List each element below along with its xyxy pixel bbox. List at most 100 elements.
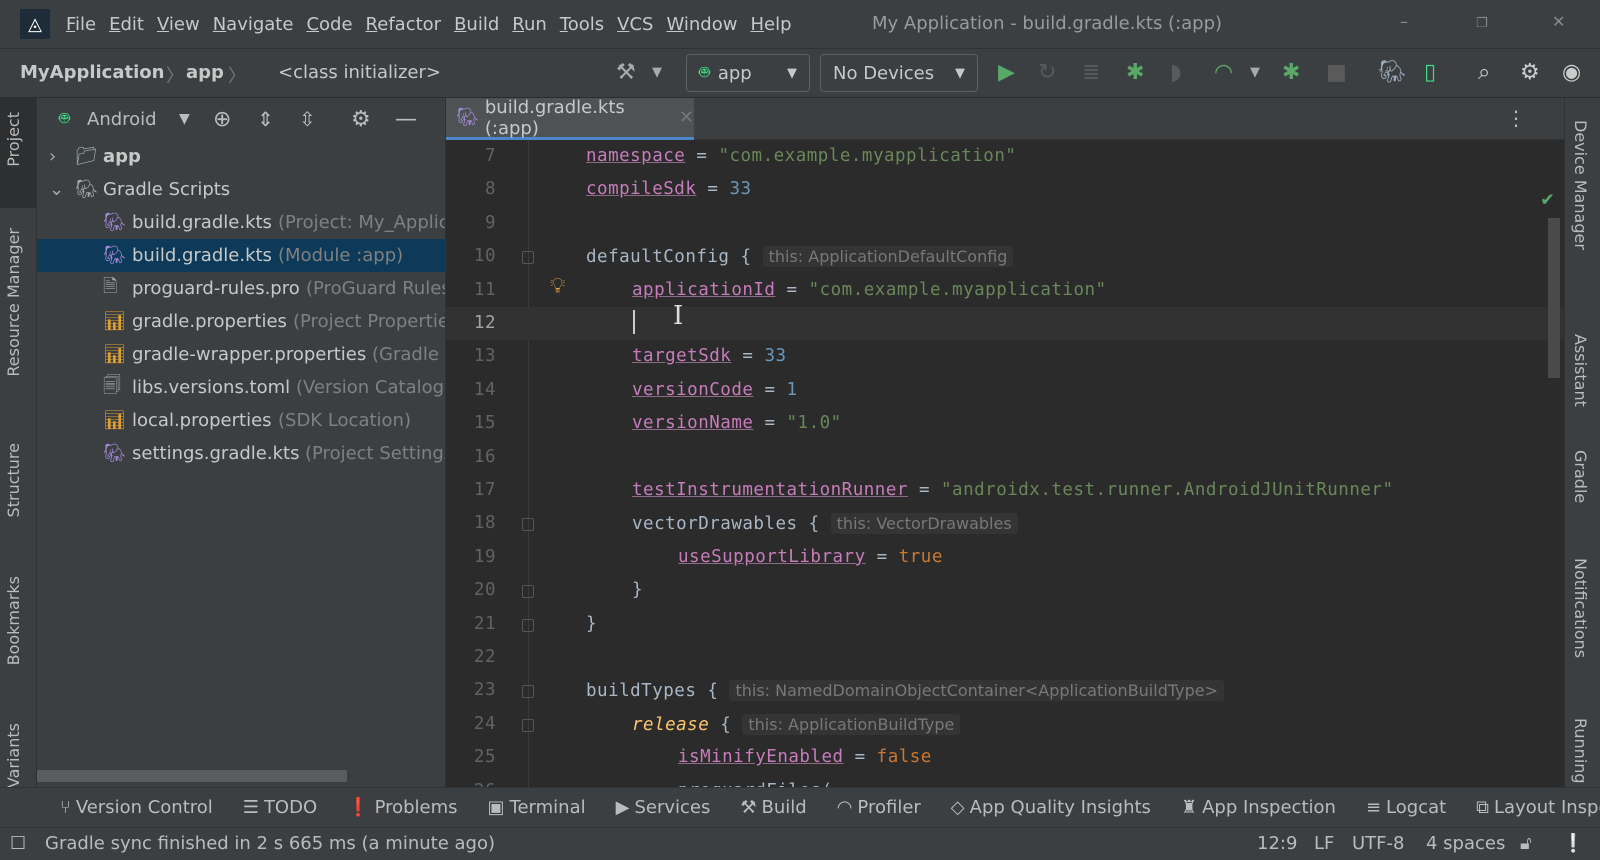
chevron-down-icon[interactable]: ▼ (179, 111, 190, 127)
code-line[interactable]: 23 buildTypes { this: NamedDomainObjectCo… (446, 674, 1564, 707)
code-line[interactable]: 14 versionCode = 1 (446, 374, 1564, 407)
event-log-icon[interactable]: ❕ (1562, 833, 1584, 854)
menu-navigate[interactable]: Navigate (213, 14, 294, 35)
chevron-down-icon[interactable]: ⌄ (49, 179, 64, 200)
expand-all-icon[interactable]: ⇕ (257, 107, 274, 131)
tool-button-app-inspection[interactable]: ♜ App Inspection (1181, 797, 1336, 818)
tree-item[interactable]: ⌄ 🐘︎ Gradle Scripts (37, 173, 445, 206)
tool-tab-assistant[interactable]: Assistant (1571, 334, 1590, 407)
tool-button-services[interactable]: ▶ Services (616, 797, 711, 818)
chevron-right-icon[interactable]: › (49, 146, 56, 167)
menu-run[interactable]: Run (512, 14, 547, 35)
tool-button-app-quality-insights[interactable]: ◇ App Quality Insights (951, 797, 1151, 818)
menu-refactor[interactable]: Refactor (366, 14, 442, 35)
menu-build[interactable]: Build (454, 14, 499, 35)
code-line[interactable]: 19 useSupportLibrary = true (446, 541, 1564, 574)
collapse-all-icon[interactable]: ⇳ (299, 107, 316, 131)
chevron-down-icon[interactable]: ▼ (652, 59, 662, 87)
run-icon[interactable]: ▶ (998, 59, 1015, 87)
more-options-icon[interactable]: ⋮ (1506, 106, 1526, 130)
gear-icon[interactable]: ⚙ (351, 107, 371, 132)
code-line[interactable]: 18 vectorDrawables { this: VectorDrawable… (446, 507, 1564, 540)
breadcrumb-module[interactable]: app (186, 62, 224, 83)
caret-position[interactable]: 12:9 (1257, 833, 1297, 854)
menu-help[interactable]: Help (750, 14, 791, 35)
vertical-scrollbar[interactable] (1548, 218, 1560, 378)
status-message[interactable]: Gradle sync finished in 2 s 665 ms (a mi… (45, 833, 495, 854)
tree-item[interactable]: 🐘︎ build.gradle.kts (Project: My_Applicati… (37, 206, 445, 239)
tree-item[interactable]: 📊︎ gradle-wrapper.properties(Gradle Versi… (37, 338, 445, 371)
read-only-lock-icon[interactable]: 🔓︎ (1520, 833, 1532, 854)
tool-button-layout-inspector[interactable]: ⧉Layout Inspector (1476, 797, 1600, 818)
code-area[interactable]: 7 namespace = "com.example.myapplication"… (446, 140, 1564, 787)
device-manager-icon[interactable]: ▯ (1424, 59, 1436, 87)
breadcrumb-symbol[interactable]: <class initializer> (278, 62, 441, 83)
code-line[interactable]: 22 (446, 641, 1564, 674)
tree-item[interactable]: 📊︎ gradle.properties (Project Properties) (37, 305, 445, 338)
debug-bug-icon[interactable]: ✱ (1126, 59, 1144, 87)
fold-marker-icon[interactable] (522, 251, 534, 265)
tool-button-todo[interactable]: ☰ TODO (243, 797, 317, 818)
no-problems-check-icon[interactable]: ✔ (1541, 186, 1554, 210)
editor-tab-build-gradle-app[interactable]: 🐘︎ build.gradle.kts (:app) ✕ (446, 98, 694, 140)
horizontal-scrollbar[interactable] (37, 770, 347, 782)
account-icon[interactable]: ◉ (1562, 59, 1581, 87)
select-opened-file-icon[interactable]: ⊕ (213, 107, 231, 132)
tree-item[interactable]: 📊︎ local.properties (SDK Location) (37, 404, 445, 437)
line-separator[interactable]: LF (1314, 833, 1334, 854)
tool-button-profiler[interactable]: ◠ Profiler (837, 797, 921, 818)
menu-view[interactable]: View (157, 14, 200, 35)
code-line[interactable]: 15 versionName = "1.0" (446, 407, 1564, 440)
code-line[interactable]: 25 isMinifyEnabled = false (446, 741, 1564, 774)
tool-button-version-control[interactable]: ⑂ Version Control (60, 797, 213, 818)
apply-code-changes-icon[interactable]: ≣ (1082, 59, 1100, 87)
code-line[interactable]: 16 (446, 441, 1564, 474)
restore-button[interactable]: ❐ (1476, 16, 1488, 31)
file-encoding[interactable]: UTF-8 (1352, 833, 1404, 854)
tool-tab-build-variants[interactable]: Variants (4, 723, 23, 788)
tree-item[interactable]: 🗐 libs.versions.toml (Version Catalog) (37, 371, 445, 404)
tool-tab-gradle[interactable]: Gradle (1571, 450, 1590, 503)
fold-marker-icon[interactable] (522, 518, 534, 532)
tool-tab-notifications[interactable]: Notifications (1571, 558, 1590, 658)
code-line[interactable]: 24 release { this: ApplicationBuildType (446, 708, 1564, 741)
tree-item[interactable]: 🐘︎ build.gradle.kts (Module :app) (37, 239, 445, 272)
tool-tab-running-devices[interactable]: Running (1571, 718, 1590, 786)
menu-vcs[interactable]: VCS (617, 14, 653, 35)
breadcrumb-project[interactable]: MyApplication (20, 62, 164, 83)
tool-button-logcat[interactable]: ≡ Logcat (1366, 797, 1446, 818)
code-line[interactable]: 12 (446, 307, 1564, 341)
menu-code[interactable]: Code (306, 14, 352, 35)
stop-icon[interactable]: ■ (1326, 59, 1347, 87)
tool-tab-structure[interactable]: Structure (4, 443, 23, 517)
code-line[interactable]: 26 proguardFiles( (446, 775, 1564, 787)
attach-debugger-icon[interactable]: ◗ (1170, 59, 1182, 87)
code-line[interactable]: 20} (446, 574, 1564, 607)
code-line[interactable]: 21} (446, 608, 1564, 641)
profile-icon[interactable]: ◠ (1214, 59, 1233, 87)
close-tab-icon[interactable]: ✕ (679, 107, 694, 128)
fold-marker-icon[interactable] (522, 618, 534, 632)
search-icon[interactable]: ⌕ (1478, 59, 1490, 87)
tool-button-problems[interactable]: ❗ Problems (347, 797, 457, 818)
build-hammer-icon[interactable]: ⚒ (616, 59, 636, 87)
close-window-button[interactable]: ✕ (1552, 12, 1565, 31)
menu-file[interactable]: File (66, 14, 96, 35)
tool-tab-device-manager[interactable]: Device Manager (1571, 120, 1590, 250)
fold-marker-icon[interactable] (522, 685, 534, 699)
tree-item[interactable]: 🗎 proguard-rules.pro (ProGuard Rules for "… (37, 272, 445, 305)
tool-button-build[interactable]: ⚒ Build (740, 797, 806, 818)
minimize-button[interactable]: – (1400, 12, 1408, 31)
code-line[interactable]: 11 applicationId = "com.example.myapplica… (446, 274, 1564, 307)
tool-button-terminal[interactable]: ▣ Terminal (488, 797, 586, 818)
gear-icon[interactable]: ⚙ (1520, 59, 1540, 87)
code-line[interactable]: 13 targetSdk = 33 (446, 340, 1564, 373)
code-line[interactable]: 17 testInstrumentationRunner = "androidx.… (446, 474, 1564, 507)
lightbulb-icon[interactable]: 💡︎ (550, 274, 566, 299)
project-view-selector[interactable]: Android (87, 109, 157, 130)
run-configuration-dropdown[interactable]: 🤖︎ app ▼ (686, 54, 810, 92)
indent-setting[interactable]: 4 spaces (1426, 833, 1505, 854)
code-line[interactable]: 9 (446, 207, 1564, 240)
tool-tab-resource-manager[interactable]: Resource Manager (4, 228, 23, 377)
code-line[interactable]: 10 defaultConfig { this: ApplicationDefau… (446, 240, 1564, 273)
